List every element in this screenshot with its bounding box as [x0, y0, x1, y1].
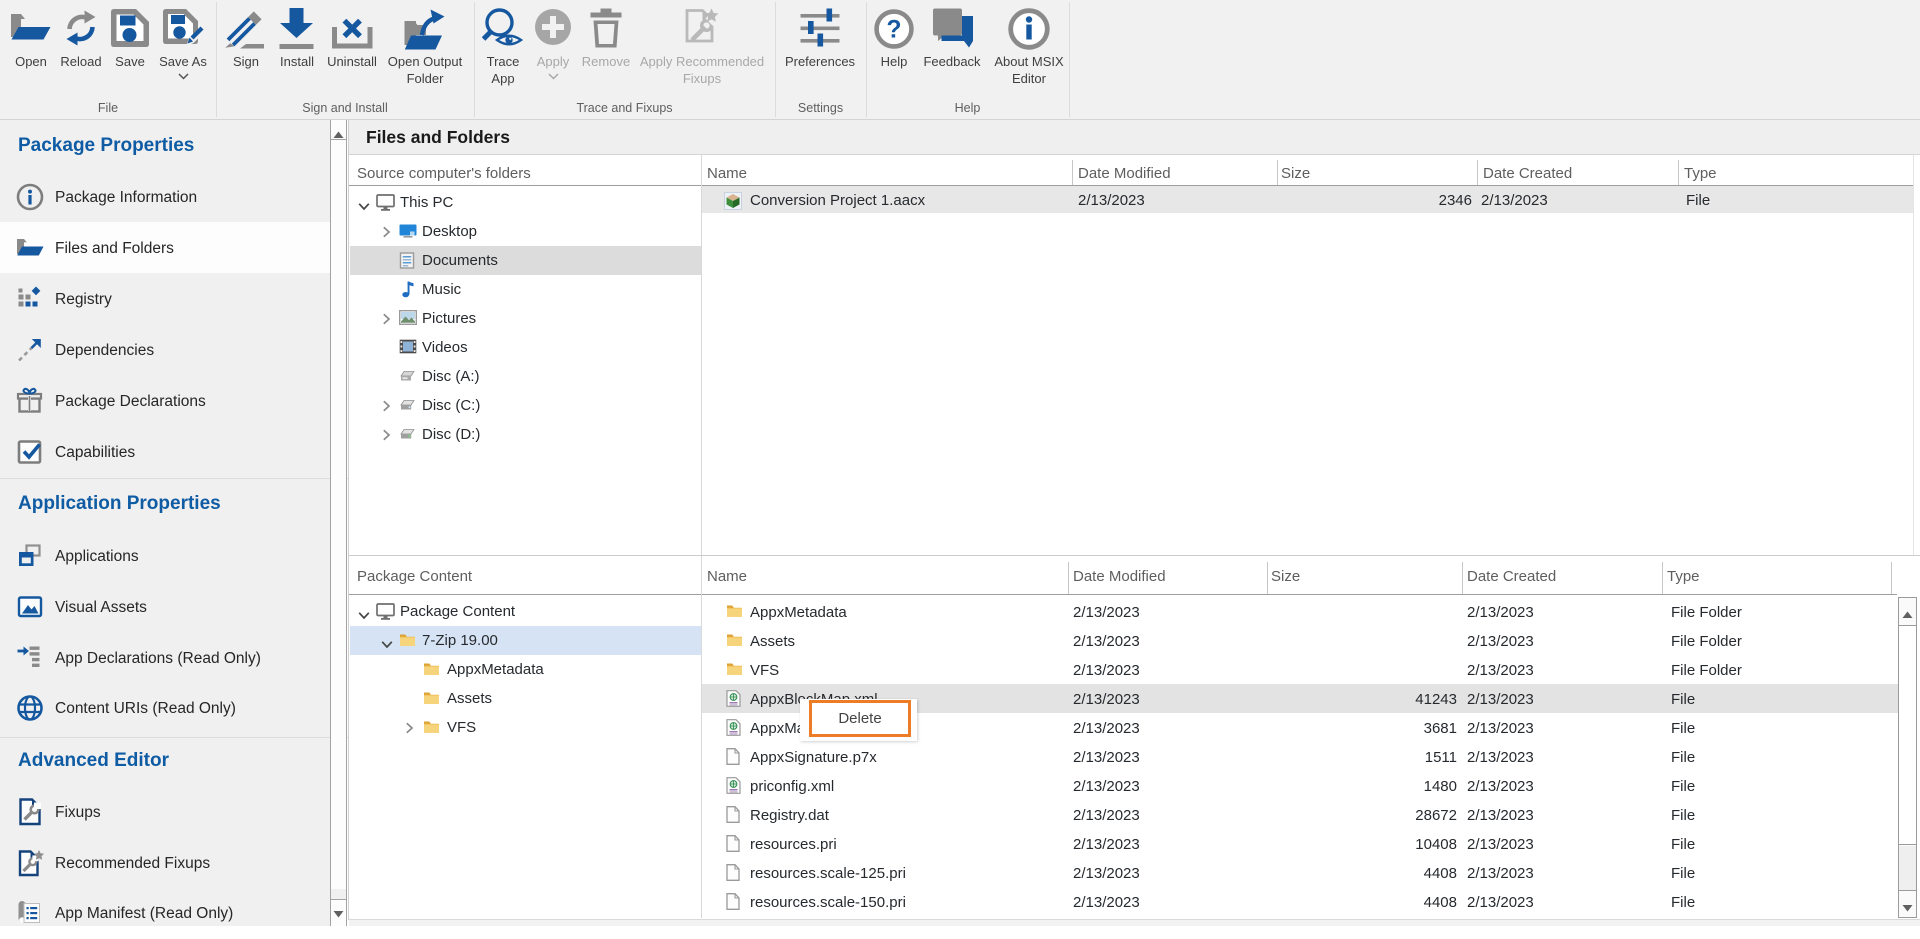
svg-text:?: ? [886, 17, 901, 44]
